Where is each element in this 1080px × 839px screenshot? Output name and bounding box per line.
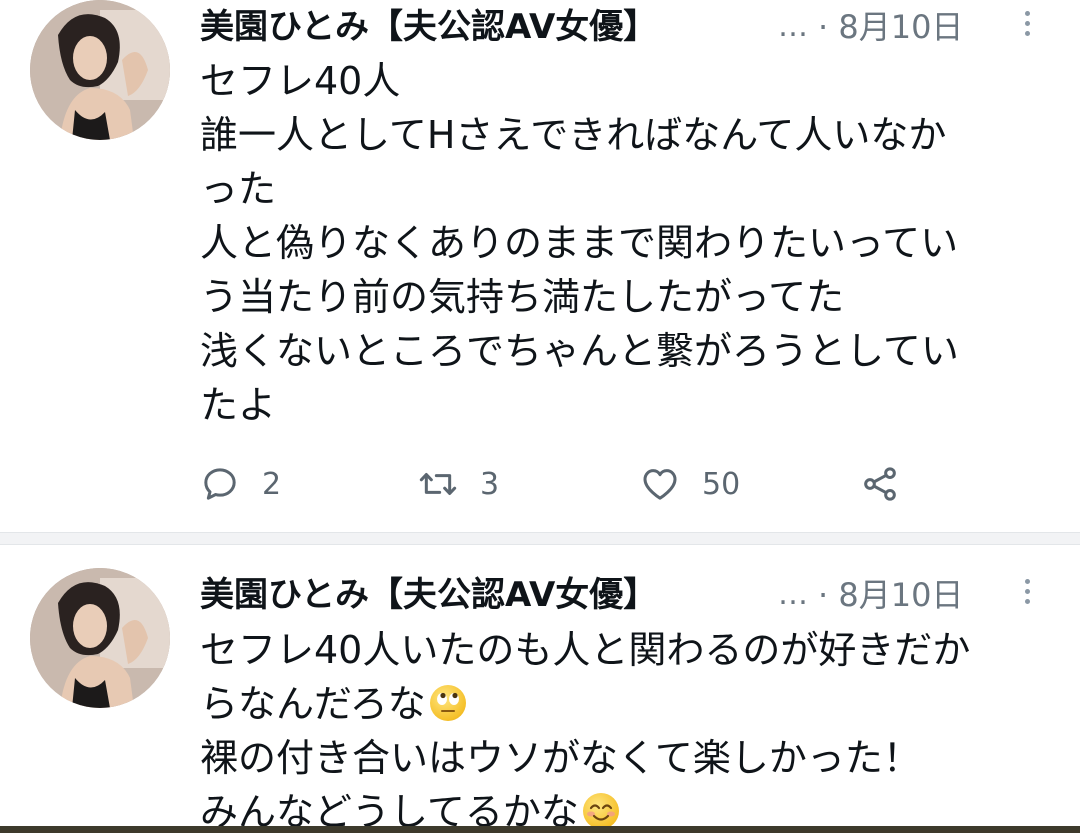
- ellipsis: …: [778, 577, 808, 612]
- tweet-line: セフレ40人いたのも人と関わるのが好きだか: [200, 628, 971, 672]
- avatar[interactable]: [30, 0, 170, 140]
- face-with-rolling-eyes-emoji: [429, 685, 466, 721]
- like-icon: [643, 469, 677, 500]
- tweet-text: セフレ40人 誰一人としてHさえできればなんて人いなか った 人と偽りなくありの…: [200, 54, 959, 432]
- retweet-icon: [419, 473, 457, 495]
- tweet-date[interactable]: · 8月10日: [818, 570, 963, 620]
- tweet-line: 誰一人としてHさえできればなんて人いなか: [200, 113, 947, 157]
- like-button[interactable]: 50: [640, 460, 740, 508]
- tweet-line: 裸の付き合いはウソがなくて楽しかった！: [200, 736, 921, 780]
- avatar-image: [30, 0, 170, 140]
- more-icon[interactable]: [1020, 576, 1034, 614]
- tweet-line: らなんだろな: [200, 682, 426, 726]
- retweet-count: 3: [480, 466, 500, 502]
- reply-count: 2: [262, 466, 282, 502]
- reply-icon: [204, 468, 236, 500]
- like-count: 50: [702, 466, 741, 502]
- avatar-image: [30, 568, 170, 708]
- smiling-face-emoji: [582, 793, 619, 829]
- tweet[interactable]: 美園ひとみ【夫公認AV女優】 … · 8月10日 セフレ40人 誰一人としてHさ…: [0, 0, 1080, 532]
- tweet-line: セフレ40人: [200, 59, 401, 103]
- tweet-divider: [0, 532, 1080, 545]
- tweet-line-with-emoji: らなんだろな: [200, 677, 970, 731]
- ellipsis: …: [778, 9, 808, 44]
- author-name[interactable]: 美園ひとみ【夫公認AV女優】: [200, 2, 657, 52]
- tweet-date[interactable]: · 8月10日: [818, 2, 963, 52]
- retweet-button[interactable]: 3: [418, 460, 499, 508]
- reply-button[interactable]: 2: [200, 460, 281, 508]
- tweet-line: う当たり前の気持ち満たしたがってた: [200, 275, 845, 319]
- tweet-line: たよ: [200, 383, 277, 427]
- more-icon[interactable]: [1020, 8, 1034, 46]
- tweet-line: 浅くないところでちゃんと繋がろうとしてい: [200, 329, 959, 373]
- share-button[interactable]: [860, 460, 900, 508]
- tweet-actions: 2 3 50: [200, 460, 920, 508]
- tweet-text: セフレ40人いたのも人と関わるのが好きだか らなんだろな 裸の付き合いはウソがな…: [200, 623, 970, 839]
- avatar[interactable]: [30, 568, 170, 708]
- author-name[interactable]: 美園ひとみ【夫公認AV女優】: [200, 570, 657, 620]
- tweet[interactable]: 美園ひとみ【夫公認AV女優】 … · 8月10日 セフレ40人いたのも人と関わる…: [0, 545, 1080, 834]
- tweet-line: 人と偽りなくありのままで関わりたいってい: [200, 221, 959, 265]
- share-icon: [864, 467, 896, 501]
- bottom-edge: [0, 826, 1080, 833]
- tweet-line: った: [200, 167, 277, 211]
